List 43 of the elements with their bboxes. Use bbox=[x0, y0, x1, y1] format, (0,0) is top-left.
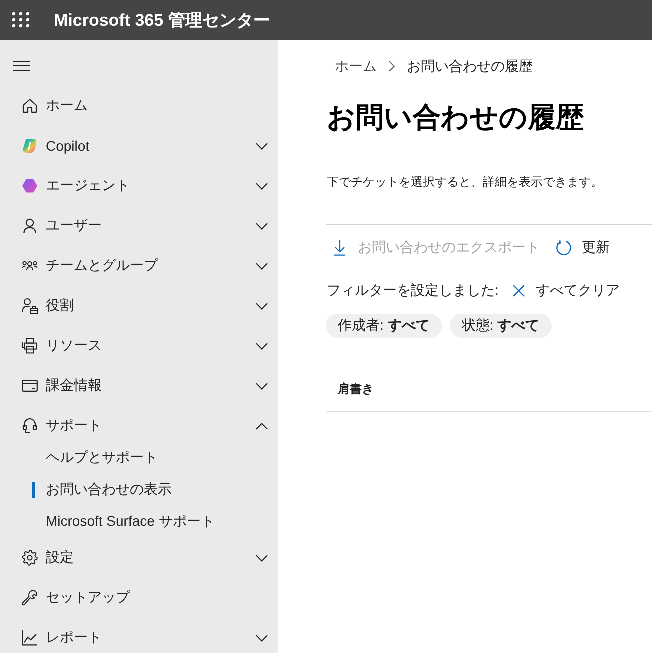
sidebar-item[interactable]: ユーザー bbox=[0, 215, 278, 237]
menu-icon[interactable] bbox=[13, 61, 30, 71]
close-icon bbox=[512, 285, 525, 297]
person-briefcase-icon bbox=[22, 298, 38, 314]
breadcrumb-link[interactable]: ホーム bbox=[335, 56, 377, 76]
download-icon bbox=[334, 240, 346, 256]
headset-icon bbox=[22, 418, 38, 434]
filter-status-text: フィルターを設定しました: bbox=[327, 282, 499, 300]
hexagon-icon bbox=[22, 178, 38, 194]
card-icon bbox=[22, 378, 38, 394]
column-header[interactable]: 肩書き bbox=[338, 381, 374, 398]
home-icon bbox=[22, 98, 38, 114]
line-chart-icon bbox=[22, 630, 38, 646]
person-icon bbox=[22, 218, 38, 234]
printer-icon bbox=[22, 338, 38, 354]
wrench-icon bbox=[22, 590, 38, 606]
gradient-logo-icon bbox=[22, 138, 38, 154]
app-launcher-icon[interactable] bbox=[12, 12, 30, 28]
sidebar-item[interactable]: レポート bbox=[0, 627, 278, 649]
sidebar-item[interactable]: リソース bbox=[0, 335, 278, 357]
clear-all-button[interactable]: すべてクリア bbox=[504, 279, 628, 303]
sidebar-item[interactable]: 設定 bbox=[0, 547, 278, 569]
breadcrumb-current: お問い合わせの履歴 bbox=[407, 57, 533, 76]
sidebar-item[interactable]: 課金情報 bbox=[0, 375, 278, 397]
sidebar-item[interactable]: ホーム bbox=[0, 95, 278, 117]
sidebar-item[interactable]: Copilot bbox=[0, 135, 278, 157]
page-title: お問い合わせの履歴 bbox=[327, 101, 584, 135]
sidebar-item[interactable]: 役割 bbox=[0, 295, 278, 317]
sidebar-item[interactable]: サポート bbox=[0, 415, 278, 437]
settings-icon bbox=[22, 550, 38, 566]
sidebar-item[interactable]: チームとグループ bbox=[0, 255, 278, 277]
sidebar-subitem[interactable]: ヘルプとサポート bbox=[0, 447, 278, 469]
filter-chip[interactable]: 状態: すべて bbox=[450, 314, 552, 338]
refresh-icon bbox=[556, 240, 572, 256]
page-description: 下でチケットを選択すると、詳細を表示できます。 bbox=[327, 174, 603, 191]
filter-chip[interactable]: 作成者: すべて bbox=[326, 314, 442, 338]
sidebar-item[interactable]: エージェント bbox=[0, 175, 278, 197]
sidebar-item[interactable]: セットアップ bbox=[0, 587, 278, 609]
sidebar-subitem[interactable]: お問い合わせの表示 bbox=[0, 479, 278, 501]
refresh-button[interactable]: 更新 bbox=[548, 234, 618, 262]
chevron-right-icon bbox=[389, 60, 395, 72]
app-title: Microsoft 365 管理センター bbox=[54, 10, 270, 32]
sidebar-subitem[interactable]: Microsoft Surface サポート bbox=[0, 511, 278, 533]
